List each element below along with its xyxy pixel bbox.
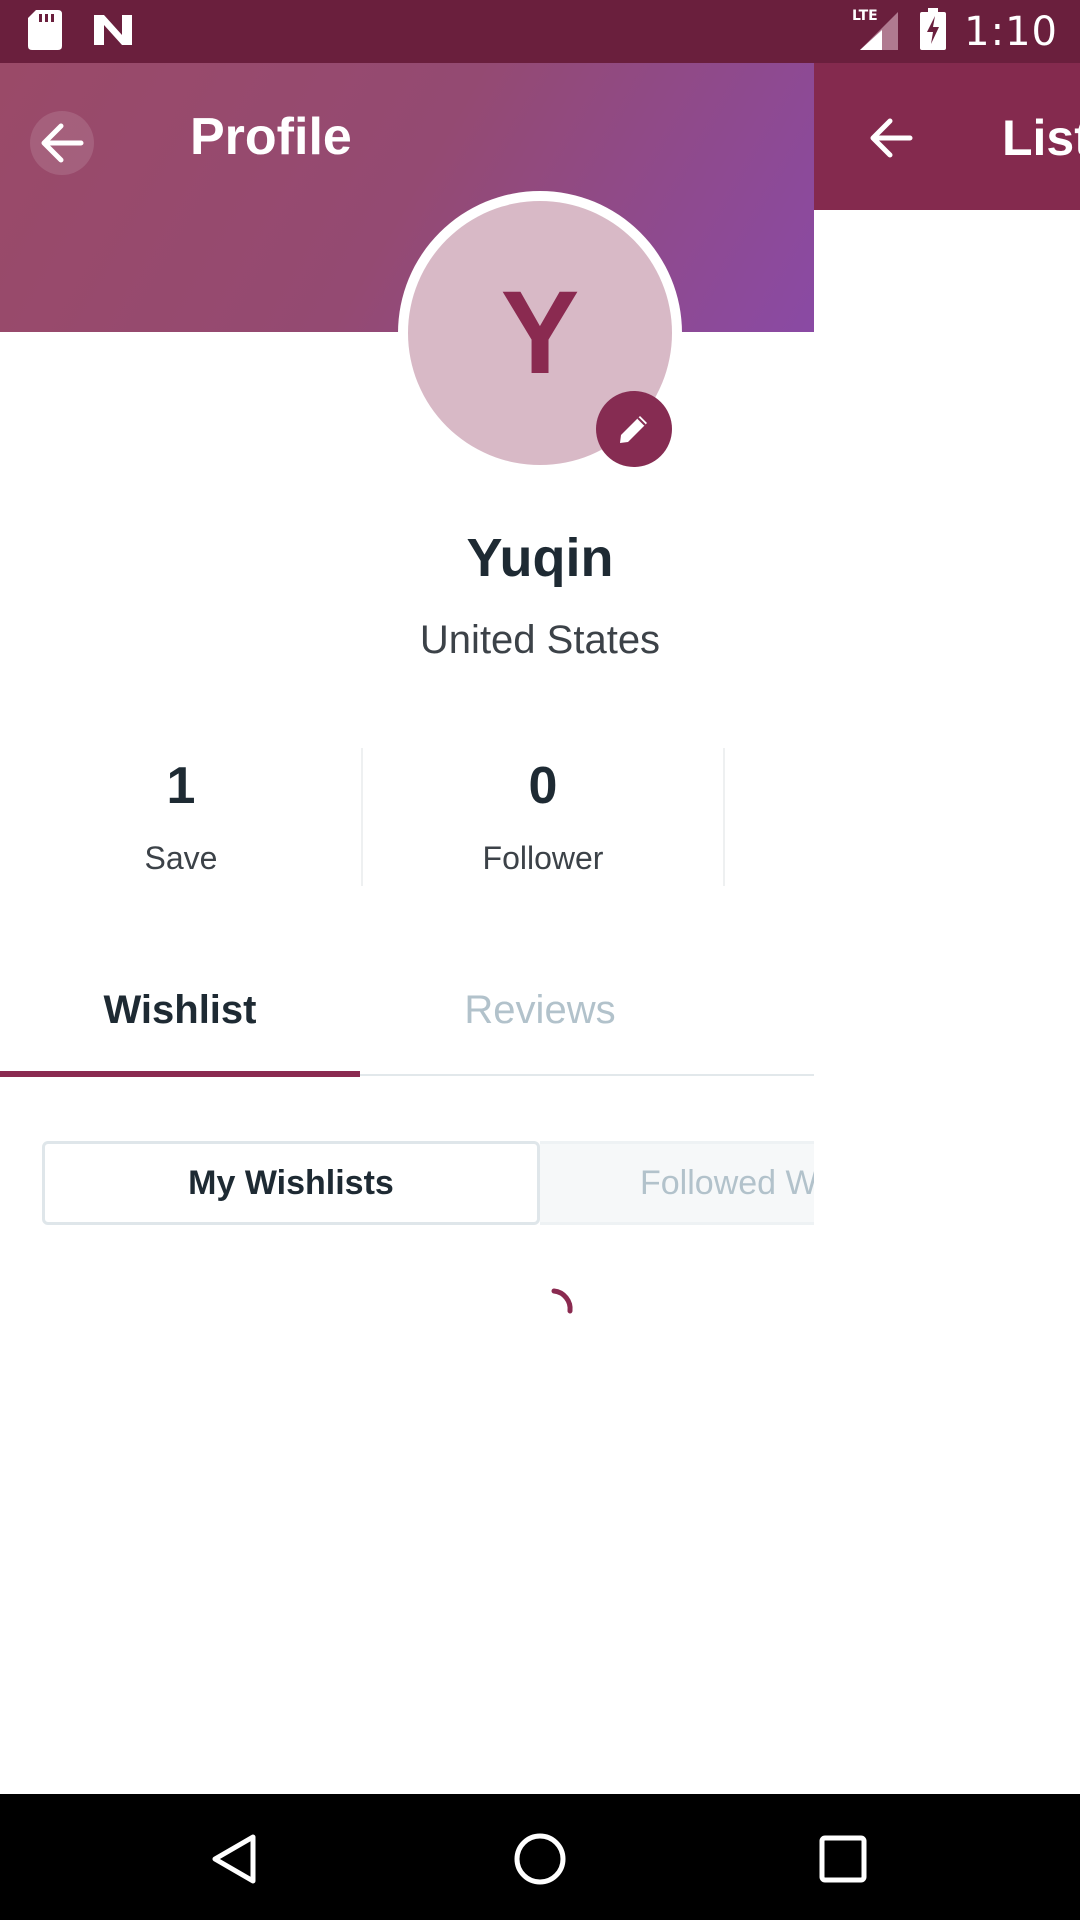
clock: 1:10 — [964, 8, 1058, 55]
stat-label: Follower — [482, 840, 604, 876]
profile-location: United States — [419, 618, 661, 662]
active-tab-indicator — [0, 1071, 360, 1077]
next-screen-title: List — [1002, 110, 1080, 166]
tab-reviews[interactable]: Reviews — [360, 988, 720, 1033]
stat-followers[interactable]: 0 Follower — [362, 756, 724, 877]
nav-back-button[interactable] — [200, 1824, 270, 1894]
next-screen-back-button[interactable] — [866, 113, 916, 163]
nav-home-button[interactable] — [505, 1824, 575, 1894]
loading-spinner — [540, 1287, 584, 1331]
stat-saves[interactable]: 1 Save — [0, 756, 362, 877]
tab-wishlist[interactable]: Wishlist — [0, 988, 360, 1033]
network-label: LTE — [852, 8, 878, 24]
stat-label: Save — [144, 840, 218, 876]
stat-value: 0 — [528, 757, 558, 815]
n-notification-icon — [92, 13, 134, 52]
profile-name: Yuqin — [466, 528, 614, 588]
battery-charging-icon — [920, 8, 947, 55]
page-title: Profile — [190, 108, 352, 166]
nav-recents-button[interactable] — [808, 1824, 878, 1894]
system-nav-bar — [0, 1794, 1080, 1920]
stat-divider — [723, 748, 725, 886]
stat-value: 1 — [166, 757, 196, 815]
back-button[interactable] — [30, 111, 94, 175]
profile-screen: Profile Y Yuqin United States 1 Save 0 F… — [0, 63, 814, 1794]
spinner-icon — [551, 1288, 573, 1314]
arrow-left-icon — [41, 123, 84, 163]
segment-followed-wishlists[interactable]: Followed Wishlists — [540, 1141, 814, 1225]
back-triangle-icon — [212, 1834, 256, 1884]
home-circle-icon — [514, 1833, 566, 1885]
next-screen-header: List — [814, 63, 1080, 210]
segment-label: Followed Wishlists — [640, 1163, 814, 1202]
segment-my-wishlists[interactable]: My Wishlists — [42, 1141, 540, 1225]
arrow-left-icon — [870, 118, 913, 158]
signal-icon: LTE — [852, 6, 902, 57]
edit-avatar-button[interactable] — [596, 391, 672, 467]
recents-square-icon — [819, 1835, 867, 1883]
status-bar: LTE 1:10 — [0, 0, 1080, 63]
sd-card-icon — [28, 10, 62, 55]
pencil-icon — [620, 416, 647, 443]
